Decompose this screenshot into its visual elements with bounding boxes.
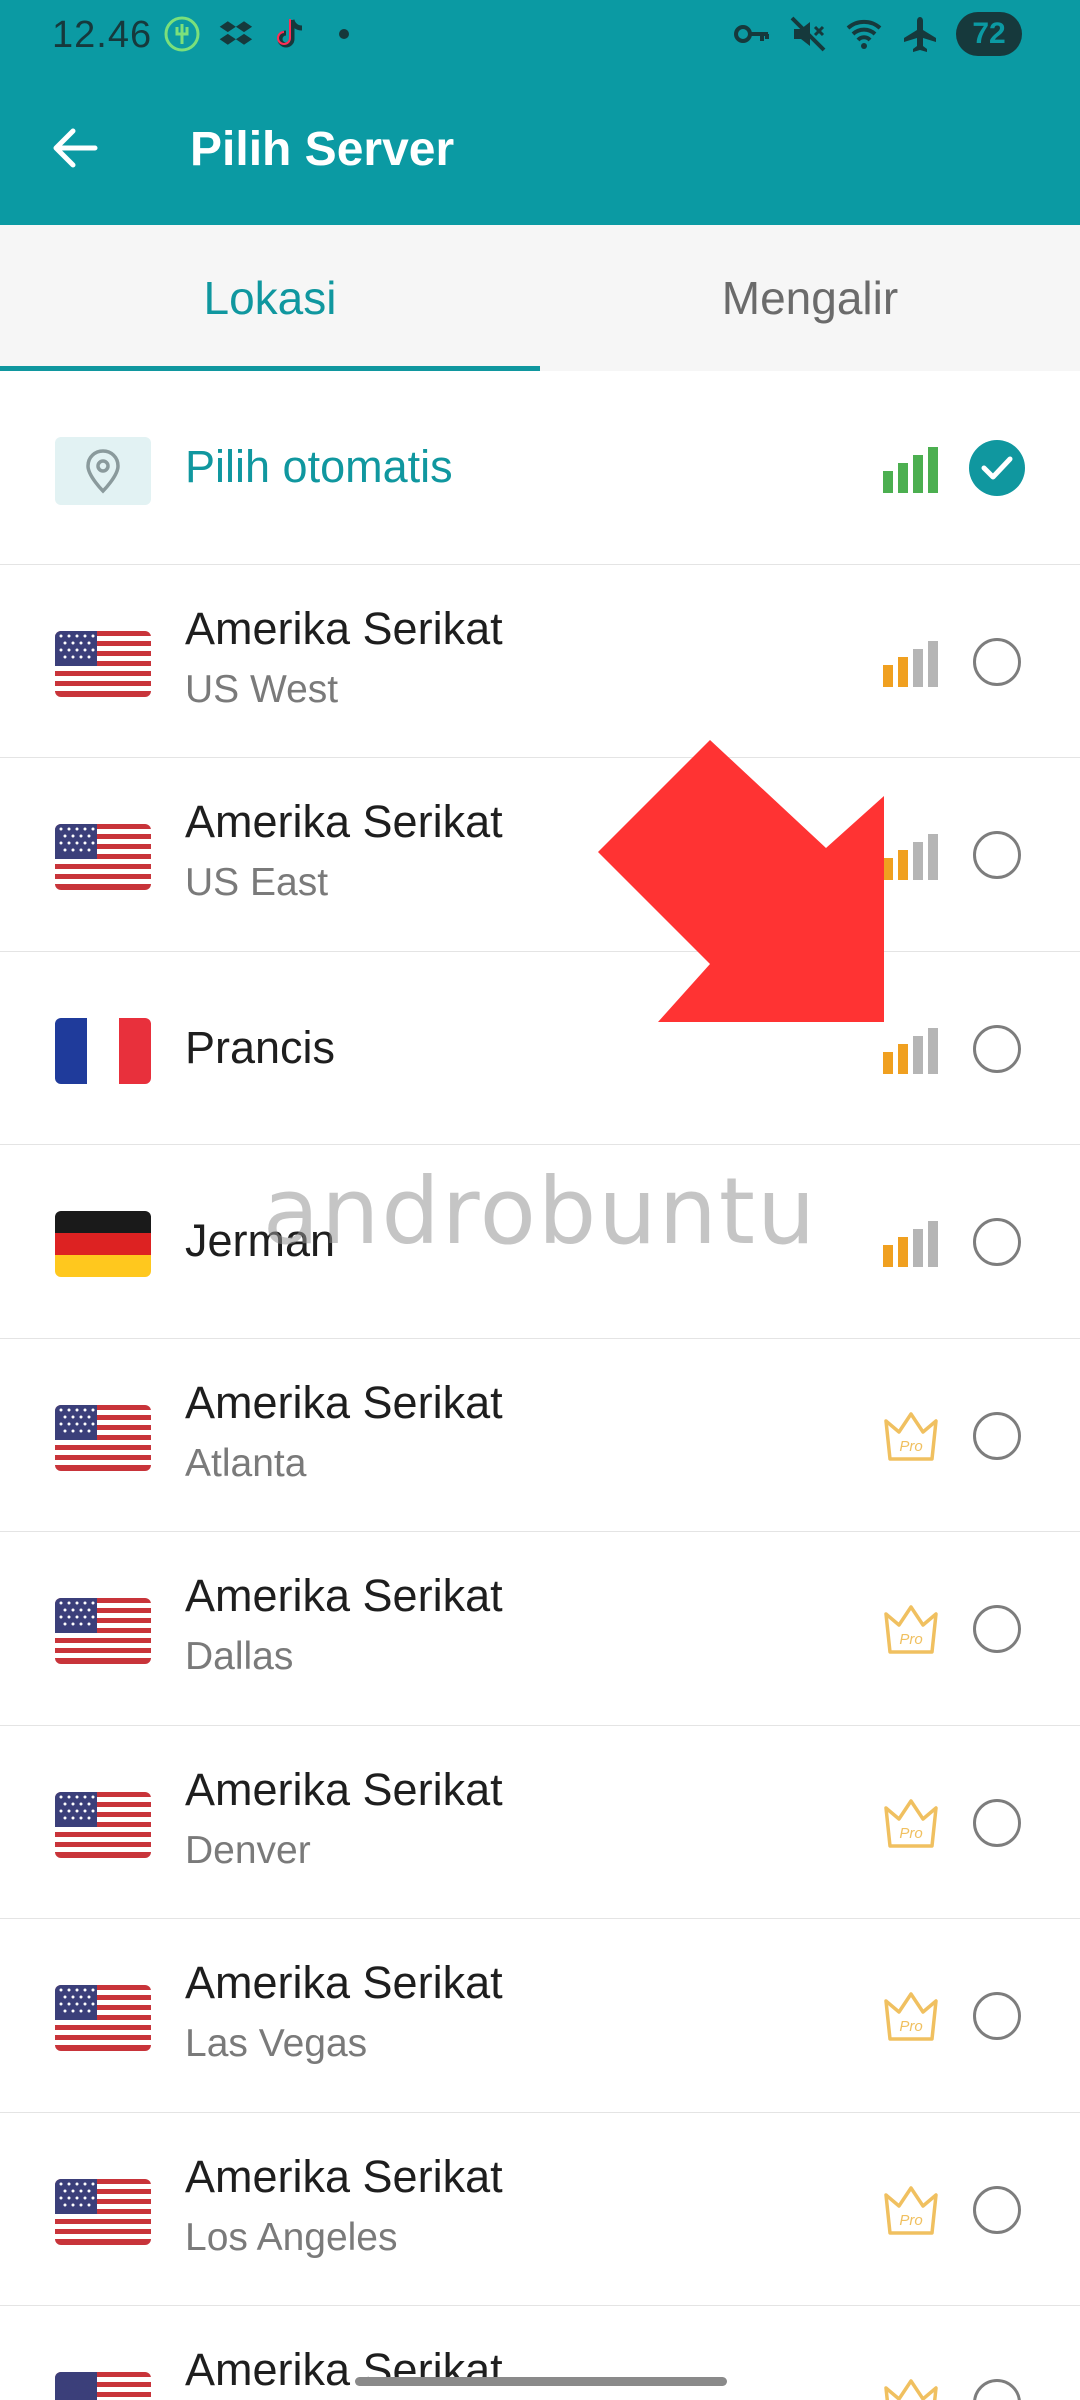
- tab-lokasi[interactable]: Lokasi: [0, 225, 540, 371]
- signal-strength-icon: [883, 1219, 939, 1267]
- server-country: Amerika Serikat: [185, 2150, 503, 2202]
- tab-bar: Lokasi Mengalir: [0, 225, 1080, 371]
- server-row[interactable]: Amerika Serikat US West: [0, 565, 1080, 758]
- server-country: Prancis: [185, 1021, 336, 1073]
- server-radio[interactable]: [973, 1992, 1021, 2040]
- battery-indicator: 72: [956, 12, 1022, 56]
- server-country: Amerika Serikat: [185, 1570, 503, 1621]
- server-country: Pilih otomatis: [185, 441, 453, 492]
- server-radio[interactable]: [973, 1218, 1021, 1266]
- server-city: US East: [185, 861, 329, 904]
- dropbox-icon: [216, 14, 256, 54]
- mute-icon: [788, 14, 828, 54]
- us-flag-icon: [55, 1791, 151, 1858]
- france-flag-icon: [55, 1017, 151, 1084]
- server-radio[interactable]: [973, 1798, 1021, 1847]
- pro-crown-icon: Pro: [881, 1407, 941, 1465]
- server-country: Amerika Serikat: [185, 602, 503, 654]
- signal-strength-icon: [883, 832, 939, 880]
- server-list: Pilih otomatis Amerika Serikat US West A…: [0, 371, 1080, 2400]
- us-flag-icon: [55, 2372, 151, 2400]
- page-title: Pilih Server: [190, 123, 455, 176]
- server-row[interactable]: Amerika Serikat Denver Pro: [0, 1726, 1080, 1919]
- server-country: Amerika Serikat: [185, 1957, 503, 2008]
- server-city: Denver: [185, 1828, 311, 1872]
- home-indicator[interactable]: [355, 2377, 727, 2386]
- pro-badge-label: Pro: [899, 2212, 922, 2229]
- server-country: Jerman: [185, 1215, 336, 1266]
- server-radio[interactable]: [973, 1605, 1021, 1653]
- pro-crown-icon: Pro: [881, 1600, 941, 1658]
- location-pin-icon: [55, 437, 151, 505]
- wifi-icon: [844, 14, 884, 54]
- server-row[interactable]: Amerika Serikat Dallas Pro: [0, 1532, 1080, 1726]
- us-flag-icon: [55, 1404, 151, 1471]
- pro-badge-label: Pro: [899, 1825, 922, 1842]
- pro-crown-icon: Pro: [881, 1794, 941, 1852]
- pro-badge-label: Pro: [899, 2018, 922, 2035]
- us-flag-icon: [55, 1985, 151, 2051]
- server-radio[interactable]: [973, 1024, 1021, 1073]
- server-radio[interactable]: [973, 831, 1021, 879]
- pro-crown-icon: Pro: [881, 1987, 941, 2045]
- us-flag-icon: [55, 2178, 151, 2245]
- us-flag-icon: [55, 630, 151, 697]
- server-row[interactable]: Amerika Serikat Los Angeles Pro: [0, 2113, 1080, 2306]
- tiktok-icon: [270, 14, 310, 54]
- server-country: Amerika Serikat: [185, 2344, 503, 2395]
- server-city: Los Angeles: [185, 2215, 398, 2259]
- tab-mengalir[interactable]: Mengalir: [540, 225, 1080, 371]
- server-city: Las Vegas: [185, 2022, 368, 2065]
- signal-strength-icon: [883, 639, 939, 687]
- server-row[interactable]: Jerman: [0, 1145, 1080, 1339]
- check-icon: [981, 456, 1013, 480]
- pro-crown-icon: Pro: [881, 2181, 941, 2239]
- status-bar: 12.46 72: [0, 0, 1080, 74]
- server-country: Amerika Serikat: [185, 1763, 503, 1815]
- app-icon: [162, 14, 202, 54]
- server-city: Atlanta: [185, 1441, 307, 1485]
- signal-strength-icon: [883, 445, 939, 493]
- germany-flag-icon: [55, 1211, 151, 1277]
- server-radio[interactable]: [973, 2379, 1021, 2400]
- dot-icon: [324, 14, 364, 54]
- top-bar: 12.46 72 Pilih Server: [0, 0, 1080, 225]
- server-city: US West: [185, 667, 339, 711]
- us-flag-icon: [55, 1598, 151, 1664]
- pro-badge-label: Pro: [899, 1631, 922, 1648]
- pro-badge-label: Pro: [899, 1438, 922, 1455]
- server-radio[interactable]: [973, 637, 1021, 686]
- selected-radio[interactable]: [969, 440, 1025, 496]
- server-radio[interactable]: [973, 2185, 1021, 2234]
- server-row[interactable]: Amerika Serikat US East: [0, 758, 1080, 952]
- status-time: 12.46: [52, 14, 153, 56]
- server-row-auto[interactable]: Pilih otomatis: [0, 371, 1080, 565]
- server-radio[interactable]: [973, 1411, 1021, 1460]
- airplane-icon: [900, 14, 940, 54]
- status-left-icons: [162, 14, 364, 54]
- server-country: Amerika Serikat: [185, 796, 503, 847]
- signal-strength-icon: [883, 1026, 939, 1074]
- vpn-key-icon: [732, 14, 772, 54]
- server-country: Amerika Serikat: [185, 1376, 503, 1428]
- arrow-left-icon: [51, 127, 99, 174]
- status-right-icons: 72: [732, 12, 1022, 56]
- pro-crown-icon: [881, 2374, 941, 2400]
- server-city: Dallas: [185, 1635, 294, 1678]
- server-row[interactable]: Amerika Serikat Las Vegas Pro: [0, 1919, 1080, 2113]
- server-row[interactable]: Prancis: [0, 952, 1080, 1145]
- us-flag-icon: [55, 824, 151, 890]
- server-row[interactable]: Amerika Serikat Atlanta Pro: [0, 1339, 1080, 1532]
- back-button[interactable]: [40, 118, 110, 182]
- app-bar: Pilih Server: [0, 74, 1080, 225]
